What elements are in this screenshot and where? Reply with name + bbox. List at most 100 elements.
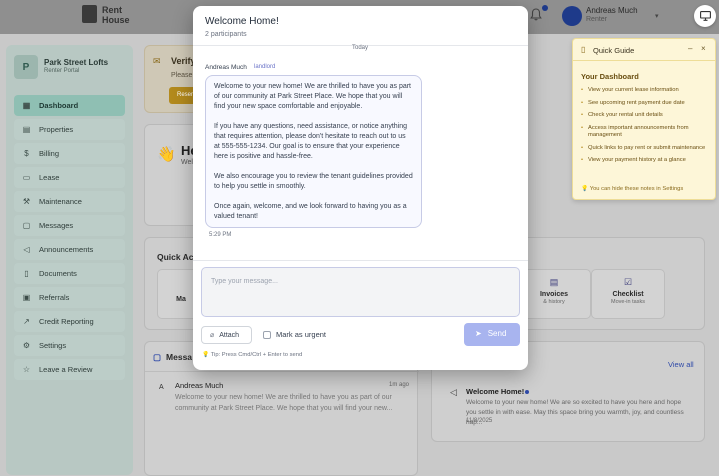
quick-guide-title: Quick Guide [593,46,635,55]
sidebar-item-lease[interactable]: ▭ Lease [14,167,125,188]
document-icon: ▯ [581,45,586,54]
message-sender: Andreas Much [205,64,247,71]
sidebar-item-label: Documents [39,269,77,278]
message-paragraph: If you have any questions, need assistan… [214,123,408,160]
list-item: See upcoming rent payment due date [581,100,711,108]
file-icon: ▯ [24,269,29,278]
minimize-button[interactable]: – [688,44,692,53]
message-paragraph: We also encourage you to review the tena… [214,173,413,190]
chevron-down-icon[interactable]: ▾ [655,12,659,20]
sidebar-nav: ▦ Dashboard ▤ Properties $ Billing ▭ Lease ⚒… [14,95,125,383]
sidebar-item-label: Credit Reporting [39,317,94,326]
list-item: View your current lease information [581,87,711,95]
trend-icon: ↗ [23,317,30,326]
close-icon[interactable]: × [701,44,706,53]
list-item: View your payment history at a glance [581,157,711,165]
quick-actions-title: Quick Act [157,252,197,262]
avatar: A [159,384,164,391]
star-icon: ☆ [22,365,31,374]
grid-icon: ▦ [22,101,31,110]
gear-icon: ⚙ [22,341,31,350]
sidebar-item-label: Announcements [39,245,94,254]
quick-action-invoices[interactable]: ▤ Invoices & history [517,269,591,319]
mail-icon: ✉ [153,56,161,66]
send-tip: 💡 Tip: Press Cmd/Ctrl + Enter to send [202,352,302,358]
sidebar-item-maintenance[interactable]: ⚒ Maintenance [14,191,125,212]
sidebar-item-properties[interactable]: ▤ Properties [14,119,125,140]
day-separator: Today [352,45,369,51]
chat-icon: ▢ [153,352,162,362]
dollar-icon: $ [24,149,29,158]
sidebar-item-label: Lease [39,173,60,182]
message-sender[interactable]: Andreas Much [175,381,223,390]
quick-guide-subtitle: Your Dashboard [581,72,639,81]
participants-count: 2 participants [205,31,247,38]
send-tip-text: Tip: Press Cmd/Ctrl + Enter to send [210,352,303,358]
verify-subtitle: Please [171,72,193,79]
quick-action-label: Checklist [612,291,644,298]
sidebar-item-referrals[interactable]: ▣ Referrals [14,287,125,308]
quick-action-label: Invoices [539,291,568,298]
quick-guide-list: View your current lease information See … [581,87,711,170]
send-button[interactable]: ➤ Send [464,323,520,346]
user-name[interactable]: Andreas Much [586,6,638,16]
megaphone-icon: ◁ [450,387,457,397]
sidebar-item-leave-a-review[interactable]: ☆ Leave a Review [14,359,125,380]
sidebar-item-announcements[interactable]: ◁ Announcements [14,239,125,260]
property-name: Park Street Lofts [44,58,109,67]
sidebar-item-dashboard[interactable]: ▦ Dashboard [14,95,125,116]
quick-guide-header: ▯ Quick Guide – × [573,39,715,61]
unread-dot [525,390,529,394]
sidebar-item-settings[interactable]: ⚙ Settings [14,335,125,356]
sidebar-item-messages[interactable]: ▢ Messages [14,215,125,236]
sidebar-item-documents[interactable]: ▯ Documents [14,263,125,284]
message-preview[interactable]: Welcome to your new home! We are thrille… [175,392,407,414]
send-icon: ➤ [475,329,482,338]
logo-icon [82,5,97,23]
quick-action-sub: Move-in tasks [611,299,645,305]
megaphone-icon: ◁ [23,245,30,254]
wave-icon: 👋 [157,146,176,163]
monitor-icon[interactable] [694,5,716,27]
notification-dot [542,5,548,11]
message-bubble: Welcome to your new home! We are thrille… [205,75,422,228]
attach-label: Attach [219,332,240,339]
sidebar-item-label: Messages [39,221,74,230]
sidebar-item-label: Maintenance [39,197,82,206]
list-item: Access important announcements from mana… [581,125,711,140]
sender-role: landlord [254,64,276,70]
sidebar-item-billing[interactable]: $ Billing [14,143,125,164]
lightbulb-icon: 💡 [202,352,210,358]
view-all-link[interactable]: View all [668,360,694,369]
sidebar-item-credit-reporting[interactable]: ↗ Credit Reporting [14,311,125,332]
announcement-title[interactable]: Welcome Home! [466,387,524,396]
urgent-label[interactable]: Mark as urgent [276,330,326,339]
gift-icon: ▣ [22,293,31,302]
divider [193,260,528,261]
sidebar-item-label: Dashboard [39,101,79,110]
lightbulb-icon: 💡 [581,186,589,192]
logo-text[interactable]: Rent House [102,5,142,25]
property-subtitle: Renter Portal [44,68,80,74]
logo-line-2: House [102,15,130,25]
announcement-date: 11/8/2025 [466,418,493,424]
paperclip-icon: ⌀ [210,332,215,339]
sidebar-item-label: Settings [39,341,67,350]
urgent-checkbox[interactable] [263,331,271,339]
user-role: Renter [586,16,608,23]
send-label: Send [487,329,507,338]
sidebar: P Park Street Lofts Renter Portal ▦ Dashb… [6,45,133,475]
wrench-icon: ⚒ [22,197,31,206]
welcome-subtitle: Wel [181,159,193,166]
attach-button[interactable]: ⌀ Attach [201,326,252,344]
avatar[interactable] [562,6,582,26]
sidebar-item-label: Billing [39,149,60,158]
modal-title: Welcome Home! [205,16,279,27]
message-time: 5:29 PM [209,232,232,238]
conversation-modal: Welcome Home! 2 participants Today Andre… [193,6,528,370]
sidebar-item-label: Leave a Review [39,365,93,374]
invoice-icon: ▤ [549,277,559,287]
quick-action-checklist[interactable]: ☑ Checklist Move-in tasks [591,269,665,319]
building-icon: ▤ [22,125,31,134]
message-input[interactable]: Type your message... [201,267,520,317]
